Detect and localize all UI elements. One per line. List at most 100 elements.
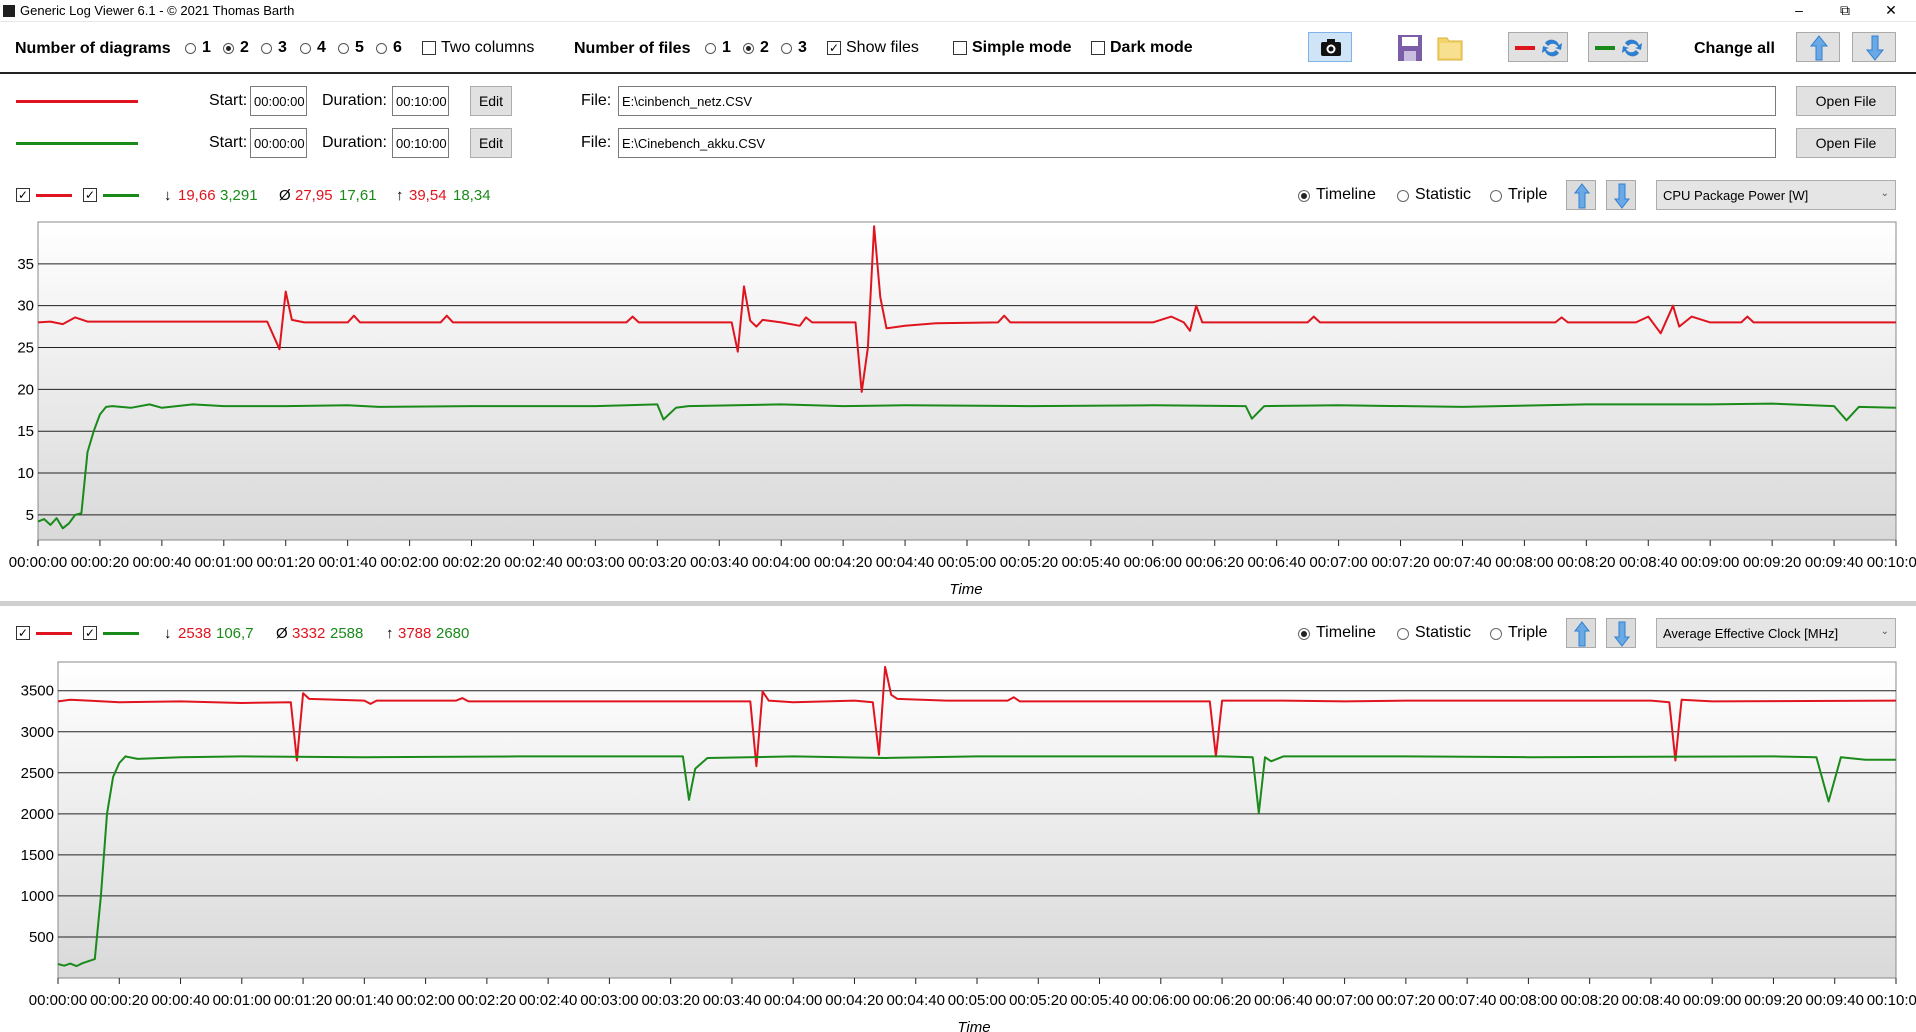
x-tick-label: 00:00:00 [9, 554, 67, 571]
screenshot-button[interactable] [1308, 32, 1352, 62]
folder-icon [1437, 37, 1463, 61]
x-tick-label: 00:03:20 [641, 992, 699, 1009]
title-bar: Generic Log Viewer 6.1 - © 2021 Thomas B… [0, 0, 1916, 22]
diagrams-radio-label-2: 2 [240, 39, 249, 56]
file-2-duration-label: Duration: [322, 134, 387, 151]
diagrams-radio-5[interactable] [338, 43, 349, 54]
x-tick-label: 00:09:00 [1681, 554, 1739, 571]
file-2-edit-button[interactable]: Edit [470, 128, 512, 158]
x-tick-label: 00:07:40 [1438, 992, 1496, 1009]
diagrams-radio-label-3: 3 [278, 39, 287, 56]
diagram-2-up-button[interactable] [1566, 618, 1596, 648]
diagram-2-sensor-select[interactable]: Average Effective Clock [MHz] ⌄ [1656, 618, 1896, 648]
x-tick-label: 00:03:20 [628, 554, 686, 571]
diagram-2-avg-green: 2588 [330, 625, 364, 642]
two-columns-checkbox[interactable] [422, 41, 436, 55]
x-tick-label: 00:04:20 [814, 554, 872, 571]
y-tick-label: 35 [17, 256, 34, 273]
diagrams-radio-4[interactable] [300, 43, 311, 54]
diagrams-radio-label-1: 1 [202, 39, 211, 56]
move-down-all-button[interactable] [1852, 32, 1896, 62]
swap-red-button[interactable] [1508, 32, 1568, 62]
diagrams-radio-2[interactable] [223, 43, 234, 54]
diagram-divider[interactable] [0, 601, 1916, 606]
diagram-2-header: ✓ ✓ ↓ 2538 106,7 Ø 3332 2588 ↑ 3788 2680… [0, 614, 1916, 654]
x-tick-label: 00:04:20 [825, 992, 883, 1009]
files-radio-1[interactable] [705, 43, 716, 54]
file-1-start-field[interactable]: 00:00:00 [250, 86, 307, 116]
diagram-1-down-button[interactable] [1606, 180, 1636, 210]
files-radio-2[interactable] [743, 43, 754, 54]
x-tick-label: 00:03:40 [703, 992, 761, 1009]
diagram-1-up-button[interactable] [1566, 180, 1596, 210]
move-up-all-button[interactable] [1796, 32, 1840, 62]
x-tick-label: 00:00:40 [133, 554, 191, 571]
arrow-down-icon [1865, 35, 1885, 61]
diagram-2-avg-red: 3332 [292, 625, 326, 642]
x-tick-label: 00:02:20 [442, 554, 500, 571]
diagram-2-triple-radio[interactable] [1490, 628, 1502, 640]
x-tick-label: 00:03:00 [566, 554, 624, 571]
file-1-duration-field[interactable]: 00:10:00 [392, 86, 449, 116]
diagram-2-down-button[interactable] [1606, 618, 1636, 648]
diagram-2-statistic-radio[interactable] [1397, 628, 1409, 640]
file-2-start-label: Start: [209, 134, 248, 151]
x-tick-label: 00:08:00 [1499, 992, 1557, 1009]
file-1-path-field[interactable]: E:\cinbench_netz.CSV [618, 86, 1776, 116]
diagrams-radio-1[interactable] [185, 43, 196, 54]
swap-green-button[interactable] [1588, 32, 1648, 62]
x-tick-label: 00:07:20 [1371, 554, 1429, 571]
close-button[interactable]: ✕ [1868, 0, 1914, 22]
diagram-2-green-checkbox[interactable]: ✓ [83, 626, 97, 640]
simple-mode-checkbox[interactable] [953, 41, 967, 55]
file-2-start-field[interactable]: 00:00:00 [250, 128, 307, 158]
diagram-1-timeline-radio[interactable] [1298, 190, 1310, 202]
x-tick-label: 00:06:00 [1124, 554, 1182, 571]
y-tick-label: 10 [17, 465, 34, 482]
swap-green-icon [1595, 39, 1642, 57]
file-2-path-field[interactable]: E:\Cinebench_akku.CSV [618, 128, 1776, 158]
diagrams-radio-6[interactable] [376, 43, 387, 54]
diagram-1-statistic-radio[interactable] [1397, 190, 1409, 202]
x-tick-label: 00:00:00 [29, 992, 87, 1009]
diagram-1-green-checkbox[interactable]: ✓ [83, 188, 97, 202]
files-radio-3[interactable] [781, 43, 792, 54]
y-tick-label: 20 [17, 381, 34, 398]
two-columns-label: Two columns [441, 39, 535, 56]
file-1-edit-button[interactable]: Edit [470, 86, 512, 116]
file-2-open-button[interactable]: Open File [1796, 128, 1896, 158]
y-tick-label: 25 [17, 340, 34, 357]
arrow-up-icon [1573, 183, 1591, 209]
chevron-down-icon: ⌄ [1880, 188, 1889, 199]
maximize-button[interactable]: ⧉ [1822, 0, 1868, 22]
file-2-duration-field[interactable]: 00:10:00 [392, 128, 449, 158]
x-tick-label: 00:09:20 [1744, 992, 1802, 1009]
dark-mode-checkbox[interactable] [1091, 41, 1105, 55]
diagrams-radio-3[interactable] [261, 43, 272, 54]
files-radio-label-1: 1 [722, 39, 731, 56]
x-tick-label: 00:06:40 [1247, 554, 1305, 571]
x-tick-label: 00:01:40 [335, 992, 393, 1009]
x-tick-label: 00:07:00 [1309, 554, 1367, 571]
diagram-2-green-line [103, 632, 139, 635]
diagram-1-red-checkbox[interactable]: ✓ [16, 188, 30, 202]
y-tick-label: 3500 [21, 683, 54, 700]
diagrams-radio-label-5: 5 [355, 39, 364, 56]
arrow-up-icon [1573, 621, 1591, 647]
minimize-button[interactable]: – [1776, 0, 1822, 22]
diagram-2-red-checkbox[interactable]: ✓ [16, 626, 30, 640]
save-button[interactable] [1394, 32, 1424, 62]
x-tick-label: 00:04:00 [752, 554, 810, 571]
diagram-2-timeline-radio[interactable] [1298, 628, 1310, 640]
file-1-open-button[interactable]: Open File [1796, 86, 1896, 116]
diagram-1-triple-radio[interactable] [1490, 190, 1502, 202]
diagram-1-avg-red: 27,95 [295, 187, 333, 204]
open-folder-button[interactable] [1434, 32, 1464, 62]
x-tick-label: 00:00:40 [151, 992, 209, 1009]
file-1-color-line [16, 100, 138, 103]
show-files-checkbox[interactable]: ✓ [827, 41, 841, 55]
x-tick-label: 00:05:00 [938, 554, 996, 571]
x-tick-label: 00:06:00 [1132, 992, 1190, 1009]
diagram-1-sensor-select[interactable]: CPU Package Power [W] ⌄ [1656, 180, 1896, 210]
diagram-1-sensor-value: CPU Package Power [W] [1663, 188, 1809, 203]
